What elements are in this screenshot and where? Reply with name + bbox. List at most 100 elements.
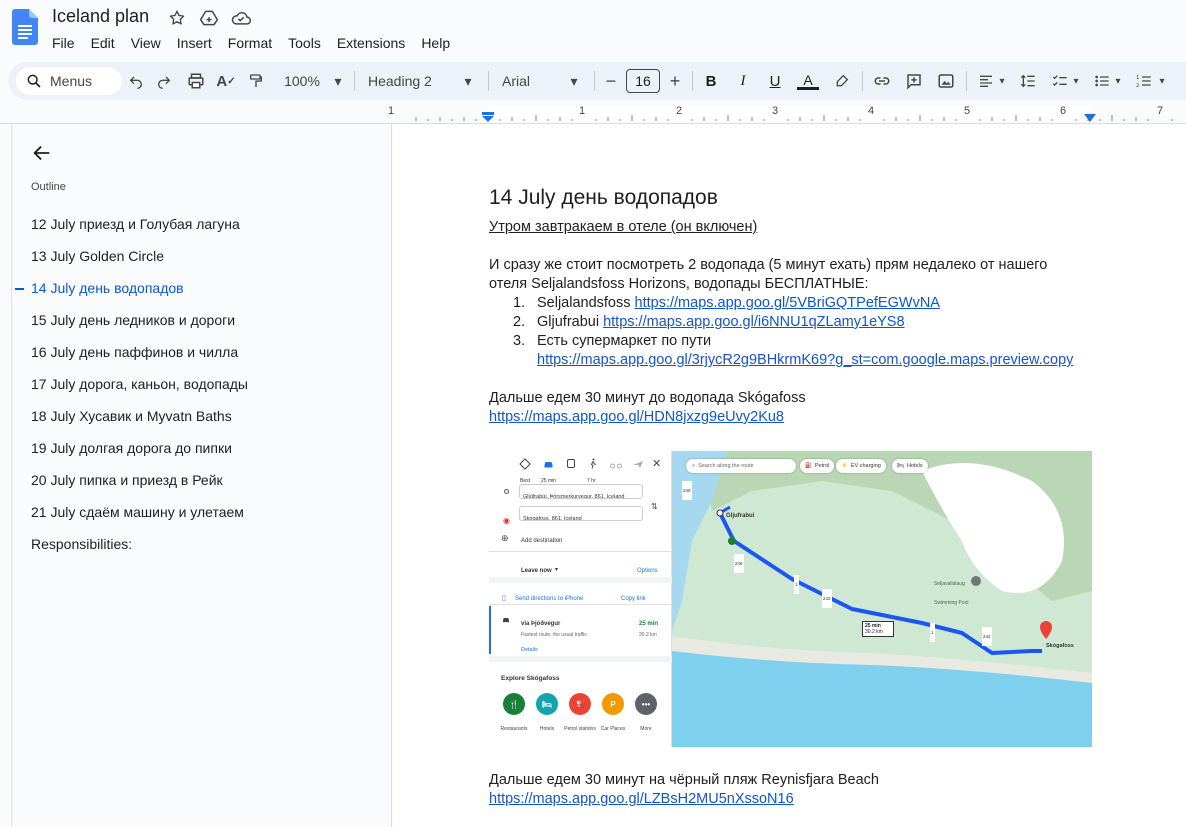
document-page[interactable]: 14 July день водопадов Утром завтракаем … [393, 124, 1186, 827]
spellcheck-icon[interactable]: A ✓ [214, 62, 238, 100]
chevron-down-icon[interactable]: ▾ [1112, 62, 1124, 100]
zoom-select[interactable]: 100% [280, 62, 324, 100]
petrol-icon[interactable]: ⛽ [569, 693, 591, 715]
chevron-down-icon[interactable]: ▾ [330, 62, 346, 100]
chevron-down-icon[interactable]: ▾ [996, 62, 1008, 100]
bike-icon [610, 463, 622, 469]
send-directions[interactable]: Send directions to iPhone [515, 590, 583, 609]
list-item: 2. Gljufrabui https://maps.app.goo.gl/i6… [513, 313, 1099, 332]
back-arrow-icon[interactable] [31, 142, 53, 164]
car-places-icon[interactable]: P [602, 693, 624, 715]
insert-image-icon[interactable] [934, 62, 958, 100]
outline-item[interactable]: 13 July Golden Circle [13, 244, 392, 276]
outline-item[interactable]: 15 July день ледников и дороги [13, 308, 392, 340]
redo-icon[interactable] [152, 62, 176, 100]
indent-marker-icon[interactable] [482, 112, 494, 122]
walk-icon [590, 458, 597, 469]
outline-item[interactable]: 17 July дорога, каньон, водопады [13, 372, 392, 404]
explore-title: Explore Skógafoss [501, 675, 560, 682]
road-label: 242 [982, 627, 992, 646]
intro-line: И сразу же стоит посмотреть 2 водопада (… [489, 257, 1048, 273]
chevron-down-icon[interactable]: ▾ [1156, 62, 1168, 100]
move-to-drive-icon[interactable] [198, 7, 220, 29]
align-left-icon[interactable] [974, 62, 998, 100]
right-indent-marker-icon[interactable] [1084, 114, 1096, 122]
list-item: 1. Seljalandsfoss https://maps.app.goo.g… [513, 294, 1099, 313]
checklist-icon[interactable] [1048, 62, 1072, 100]
horizontal-ruler[interactable]: 1 1 2 3 4 5 6 7 [388, 104, 1186, 124]
chip-label: Petrol [814, 462, 830, 469]
map-view[interactable]: ⌕ Search along the route ⛽ Petrol ⚡ EV cha… [672, 451, 1092, 747]
chevron-down-icon[interactable]: ▾ [566, 62, 582, 100]
list-number: 3. [513, 333, 526, 349]
bold-icon[interactable]: B [700, 62, 722, 100]
hotels-chip[interactable]: 🛏 Hotels [892, 459, 928, 473]
outline-item[interactable]: 20 July пипка и приезд в Рейк [13, 468, 392, 500]
chevron-down-icon[interactable]: ▾ [1070, 62, 1082, 100]
outline-item[interactable]: 12 July приезд и Голубая лагуна [13, 212, 392, 244]
menu-view[interactable]: View [123, 33, 169, 53]
waterfall-list: 1. Seljalandsfoss https://maps.app.goo.g… [513, 294, 1099, 370]
document-title[interactable]: Iceland plan [52, 6, 149, 27]
add-comment-icon[interactable] [902, 62, 926, 100]
line-spacing-icon[interactable] [1016, 62, 1040, 100]
menu-help[interactable]: Help [413, 33, 458, 53]
add-destination[interactable]: Add destination [521, 532, 562, 551]
outline-item[interactable]: 19 July долгая дорога до пипки [13, 436, 392, 468]
print-icon[interactable] [184, 62, 208, 100]
decrease-font-size-icon[interactable]: − [600, 62, 622, 100]
insert-link-icon[interactable] [870, 62, 894, 100]
outline-item-active[interactable]: 14 July день водопадов [13, 276, 392, 308]
skogafoss-link[interactable]: https://maps.app.goo.gl/HDN8jxzg9eUvy2Ku… [489, 409, 784, 425]
undo-icon[interactable] [124, 62, 148, 100]
petrol-chip[interactable]: ⛽ Petrol [800, 459, 835, 473]
font-size-input[interactable]: 16 [626, 69, 660, 93]
numbered-list-icon[interactable]: 12 [1132, 62, 1156, 100]
underline-icon[interactable]: U [764, 62, 786, 100]
docs-logo-icon[interactable] [12, 9, 38, 45]
ev-charging-chip[interactable]: ⚡ EV charging [836, 459, 886, 473]
swap-icon[interactable]: ⇅ [651, 497, 658, 516]
cloud-saved-icon[interactable] [230, 7, 252, 29]
menu-extensions[interactable]: Extensions [329, 33, 413, 53]
beach-link[interactable]: https://maps.app.goo.gl/LZBsH2MU5nXssoN1… [489, 791, 794, 807]
menu-file[interactable]: File [44, 33, 83, 53]
map-link[interactable]: https://maps.app.goo.gl/i6NNU1qZLamy1eYS… [603, 314, 904, 330]
restaurants-icon[interactable]: 🍴 [503, 693, 525, 715]
phone-icon: ▯ [502, 595, 506, 602]
outline-item[interactable]: 18 July Хусавик и Myvatn Baths [13, 404, 392, 436]
italic-icon[interactable]: I [732, 62, 754, 100]
flight-icon [633, 461, 643, 468]
svg-text:1: 1 [1136, 75, 1139, 81]
map-link[interactable]: https://maps.app.goo.gl/5VBriGQTPefEGWvN… [635, 295, 940, 311]
chevron-down-icon[interactable]: ▾ [460, 62, 476, 100]
origin-field[interactable]: Gljúfrabúi, Þórsmerkurvegur, 861, Icelan… [519, 484, 643, 499]
font-select[interactable]: Arial [502, 62, 552, 100]
document-body[interactable]: 14 July день водопадов Утром завтракаем … [489, 184, 1099, 809]
outline-item[interactable]: 16 July день паффинов и чилла [13, 340, 392, 372]
formatting-toolbar: Menus A ✓ 100% ▾ Heading 2 ▾ Arial ▾ − 16… [8, 62, 1186, 100]
map-link[interactable]: https://maps.app.goo.gl/3rjycR2g9BHkrmK6… [537, 352, 1073, 368]
text-color-icon[interactable]: A [796, 62, 820, 100]
increase-font-size-icon[interactable]: + [664, 62, 686, 100]
search-menus-button[interactable]: Menus [16, 67, 122, 95]
bulleted-list-icon[interactable] [1090, 62, 1114, 100]
close-directions-icon[interactable]: ✕ [652, 455, 661, 474]
menu-format[interactable]: Format [220, 33, 280, 53]
more-icon[interactable]: ••• [635, 693, 657, 715]
destination-field[interactable]: Skógafoss, 861, Iceland [519, 506, 643, 521]
menu-insert[interactable]: Insert [169, 33, 220, 53]
vertical-ruler[interactable] [0, 124, 12, 827]
paragraph-style-select[interactable]: Heading 2 [368, 62, 444, 100]
paint-format-icon[interactable] [244, 62, 268, 100]
embedded-map-image[interactable]: ✕ Best 25 min 7 hr Gljúfrabúi, Þórsmerku… [489, 451, 1092, 747]
star-icon[interactable] [166, 7, 188, 29]
menu-tools[interactable]: Tools [280, 33, 329, 53]
highlight-icon[interactable] [830, 62, 854, 100]
hotels-icon[interactable]: 🛏 [536, 693, 558, 715]
menu-edit[interactable]: Edit [83, 33, 123, 53]
outline-item[interactable]: Responsibilities: [13, 532, 392, 564]
copy-link[interactable]: Copy link [621, 590, 646, 609]
search-along-route-input[interactable]: ⌕ Search along the route [686, 459, 796, 473]
outline-item[interactable]: 21 July сдаём машину и улетаем [13, 500, 392, 532]
